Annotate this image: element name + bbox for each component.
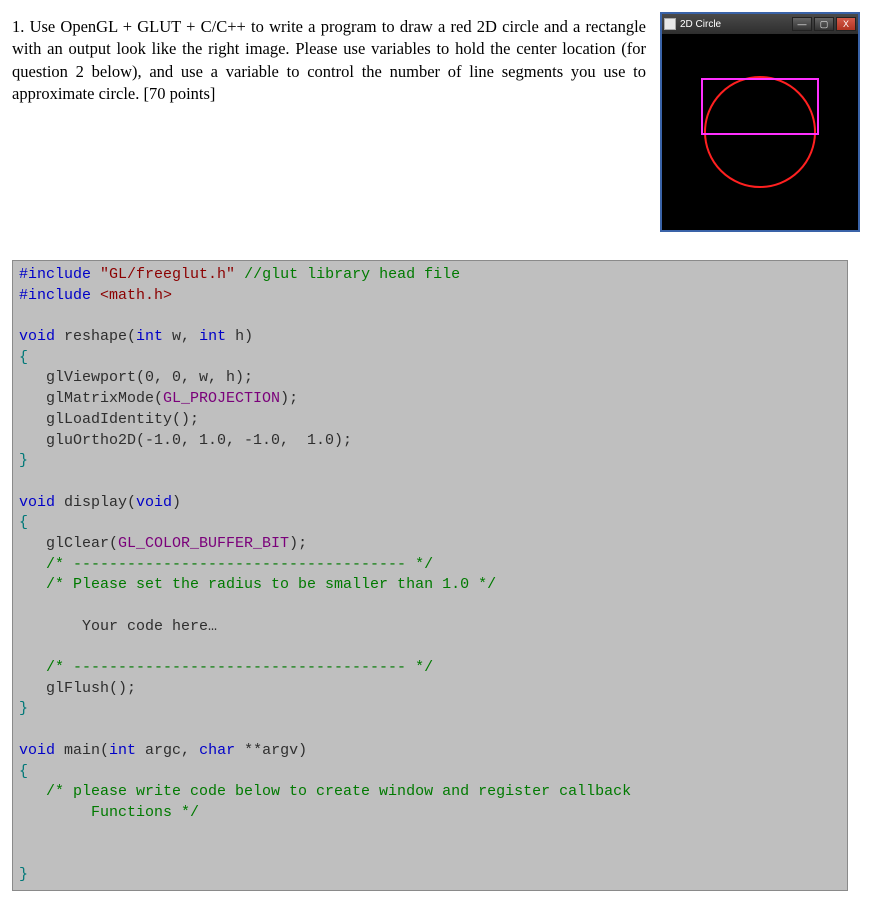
- code-token: void: [136, 494, 172, 511]
- code-token: GL_PROJECTION: [163, 390, 280, 407]
- output-window: 2D Circle — ▢ X: [660, 12, 860, 232]
- code-comment: /* -------------------------------------…: [19, 659, 433, 676]
- code-token: display(: [55, 494, 136, 511]
- code-line: glViewport(0, 0, w, h);: [19, 369, 253, 386]
- code-token: glClear(: [19, 535, 118, 552]
- code-line: gluOrtho2D(-1.0, 1.0, -1.0, 1.0);: [19, 432, 352, 449]
- code-token: main(: [55, 742, 109, 759]
- code-comment: /* Please set the radius to be smaller t…: [19, 576, 496, 593]
- code-token: int: [199, 328, 226, 345]
- code-listing: #include "GL/freeglut.h" //glut library …: [12, 260, 848, 891]
- code-token: GL_COLOR_BUFFER_BIT: [118, 535, 289, 552]
- code-line: {: [19, 349, 28, 366]
- code-comment: /* -------------------------------------…: [19, 556, 433, 573]
- code-token: );: [280, 390, 298, 407]
- code-token: <math.h>: [91, 287, 172, 304]
- code-token: reshape(: [55, 328, 136, 345]
- question-text: 1. Use OpenGL + GLUT + C/C++ to write a …: [12, 12, 646, 105]
- code-line: glLoadIdentity();: [19, 411, 199, 428]
- code-line: Your code here…: [19, 618, 217, 635]
- code-line: }: [19, 452, 28, 469]
- code-line: }: [19, 700, 28, 717]
- code-token: ): [172, 494, 181, 511]
- code-comment: //glut library head file: [235, 266, 460, 283]
- code-token: int: [109, 742, 136, 759]
- code-line: glFlush();: [19, 680, 136, 697]
- code-token: );: [289, 535, 307, 552]
- question-body: Use OpenGL + GLUT + C/C++ to write a pro…: [12, 17, 646, 103]
- code-line: }: [19, 866, 28, 883]
- window-title: 2D Circle: [680, 19, 788, 30]
- page: 1. Use OpenGL + GLUT + C/C++ to write a …: [12, 12, 860, 891]
- code-comment: Functions */: [19, 804, 199, 821]
- window-titlebar: 2D Circle — ▢ X: [662, 14, 858, 34]
- code-token: #include: [19, 287, 91, 304]
- minimize-button[interactable]: —: [792, 17, 812, 31]
- code-token: **argv): [235, 742, 307, 759]
- code-token: argc,: [136, 742, 199, 759]
- maximize-button[interactable]: ▢: [814, 17, 834, 31]
- magenta-rectangle: [702, 79, 818, 134]
- code-token: w,: [163, 328, 199, 345]
- code-line: {: [19, 514, 28, 531]
- close-button[interactable]: X: [836, 17, 856, 31]
- code-token: #include: [19, 266, 91, 283]
- code-token: void: [19, 328, 55, 345]
- code-token: int: [136, 328, 163, 345]
- question-number: 1.: [12, 17, 24, 36]
- window-app-icon: [664, 18, 676, 30]
- gl-canvas: [662, 34, 858, 230]
- question-row: 1. Use OpenGL + GLUT + C/C++ to write a …: [12, 12, 860, 232]
- code-comment: /* please write code below to create win…: [19, 783, 631, 800]
- red-circle: [705, 77, 815, 187]
- code-token: glMatrixMode(: [19, 390, 163, 407]
- window-buttons: — ▢ X: [792, 17, 856, 31]
- code-token: void: [19, 742, 55, 759]
- code-token: void: [19, 494, 55, 511]
- output-drawing: [662, 34, 858, 230]
- code-token: h): [226, 328, 253, 345]
- code-token: "GL/freeglut.h": [100, 266, 235, 283]
- code-token: char: [199, 742, 235, 759]
- code-line: {: [19, 763, 28, 780]
